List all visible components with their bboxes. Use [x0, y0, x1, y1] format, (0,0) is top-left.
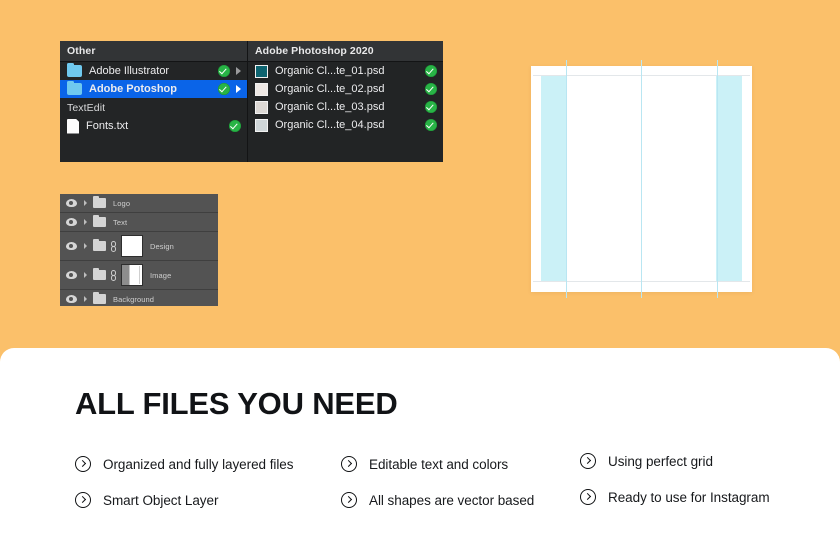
check-badge-icon — [425, 83, 437, 95]
guide-vertical-2 — [641, 60, 642, 298]
layers-panel: Logo Text Design Image Background — [60, 194, 218, 306]
chevron-right-icon[interactable] — [84, 296, 87, 302]
finder-item-psd-04[interactable]: Organic Cl...te_04.psd — [248, 116, 443, 134]
chevron-right-icon[interactable] — [84, 219, 87, 225]
feature-item-smart-object-layer: Smart Object Layer — [75, 491, 293, 509]
feature-item-editable-text-colors: Editable text and colors — [341, 455, 534, 473]
finder-item-label: Adobe Potoshop — [89, 83, 177, 95]
check-badge-icon — [218, 65, 230, 77]
link-icon[interactable] — [111, 269, 116, 281]
layer-row-image[interactable]: Image — [60, 261, 218, 290]
layer-name: Background — [113, 294, 155, 304]
feature-item-vector-shapes: All shapes are vector based — [341, 491, 534, 509]
folder-icon — [67, 62, 82, 77]
folder-icon — [93, 215, 106, 227]
finder-item-label: Organic Cl...te_01.psd — [275, 65, 385, 77]
layer-row-background[interactable]: Background — [60, 290, 218, 306]
feature-item-perfect-grid: Using perfect grid — [580, 452, 770, 470]
finder-item-label: Organic Cl...te_04.psd — [275, 119, 385, 131]
finder-item-label: Adobe Illustrator — [89, 65, 170, 77]
layer-name: Image — [150, 270, 172, 280]
finder-column-header-other: Other — [60, 41, 247, 62]
orange-stage: Other Adobe Illustrator Adobe Potoshop T… — [0, 0, 840, 360]
finder-item-adobe-potoshop[interactable]: Adobe Potoshop — [60, 80, 247, 98]
psd-thumbnail-icon — [255, 64, 268, 78]
layer-thumbnail — [121, 264, 143, 286]
grid-margin-left — [541, 76, 567, 281]
guide-vertical-1 — [566, 60, 567, 298]
layer-thumbnail — [121, 235, 143, 257]
arrow-circle-right-icon — [580, 453, 596, 469]
feature-label: Editable text and colors — [369, 456, 509, 472]
folder-icon — [67, 80, 82, 95]
finder-column-other: Other Adobe Illustrator Adobe Potoshop T… — [60, 41, 248, 162]
eye-icon[interactable] — [66, 242, 77, 250]
arrow-circle-right-icon — [341, 492, 357, 508]
file-browser-window: Other Adobe Illustrator Adobe Potoshop T… — [60, 41, 443, 162]
canvas-grid-preview — [531, 60, 752, 298]
folder-icon — [93, 239, 106, 251]
finder-item-label: Organic Cl...te_02.psd — [275, 83, 385, 95]
layer-name: Text — [113, 217, 128, 227]
finder-item-adobe-illustrator[interactable]: Adobe Illustrator — [60, 62, 247, 80]
feature-label: Ready to use for Instagram — [608, 489, 770, 505]
folder-icon — [93, 196, 106, 208]
features-card: ALL FILES YOU NEED Organized and fully l… — [0, 348, 840, 560]
psd-thumbnail-icon — [255, 82, 268, 96]
feature-label: Using perfect grid — [608, 453, 713, 469]
eye-icon[interactable] — [66, 271, 77, 279]
layer-row-text[interactable]: Text — [60, 213, 218, 232]
finder-column-photoshop: Adobe Photoshop 2020 Organic Cl...te_01.… — [248, 41, 443, 162]
arrow-circle-right-icon — [341, 456, 357, 472]
chevron-right-icon[interactable] — [84, 243, 87, 249]
finder-item-psd-03[interactable]: Organic Cl...te_03.psd — [248, 98, 443, 116]
finder-item-psd-01[interactable]: Organic Cl...te_01.psd — [248, 62, 443, 80]
page-title: ALL FILES YOU NEED — [75, 386, 398, 421]
layer-row-design[interactable]: Design — [60, 232, 218, 261]
psd-thumbnail-icon — [255, 118, 268, 132]
guide-vertical-3 — [717, 60, 718, 298]
feature-column-2: Editable text and colors All shapes are … — [341, 455, 534, 509]
eye-icon[interactable] — [66, 199, 77, 207]
finder-subheader-textedit: TextEdit — [67, 101, 106, 114]
check-badge-icon — [229, 120, 241, 132]
feature-label: Smart Object Layer — [103, 492, 219, 508]
feature-item-instagram-ready: Ready to use for Instagram — [580, 488, 770, 506]
triangle-right-icon[interactable] — [236, 67, 241, 75]
arrow-circle-right-icon — [580, 489, 596, 505]
chevron-right-icon[interactable] — [84, 272, 87, 278]
grid-margin-right — [716, 76, 742, 281]
check-badge-icon — [218, 83, 230, 95]
arrow-circle-right-icon — [75, 492, 91, 508]
psd-thumbnail-icon — [255, 100, 268, 114]
feature-column-3: Using perfect grid Ready to use for Inst… — [580, 452, 770, 506]
check-badge-icon — [425, 119, 437, 131]
finder-item-fonts-txt[interactable]: Fonts.txt — [60, 117, 247, 135]
finder-item-psd-02[interactable]: Organic Cl...te_02.psd — [248, 80, 443, 98]
check-badge-icon — [425, 65, 437, 77]
folder-icon — [93, 292, 106, 304]
layer-name: Design — [150, 241, 174, 251]
feature-label: All shapes are vector based — [369, 492, 535, 508]
finder-column-header-photoshop: Adobe Photoshop 2020 — [248, 41, 443, 62]
layer-row-logo[interactable]: Logo — [60, 194, 218, 213]
layer-name: Logo — [113, 198, 131, 208]
folder-icon — [93, 268, 106, 280]
arrow-circle-right-icon — [75, 456, 91, 472]
finder-item-label: Organic Cl...te_03.psd — [275, 101, 385, 113]
triangle-right-icon[interactable] — [236, 85, 241, 93]
chevron-right-icon[interactable] — [84, 200, 87, 206]
check-badge-icon — [425, 101, 437, 113]
feature-label: Organized and fully layered files — [103, 456, 294, 472]
eye-icon[interactable] — [66, 218, 77, 226]
feature-item-organized-layered: Organized and fully layered files — [75, 455, 294, 473]
link-icon[interactable] — [111, 240, 116, 252]
document-icon — [67, 118, 79, 134]
finder-item-label: Fonts.txt — [86, 120, 129, 132]
feature-column-1: Organized and fully layered files Smart … — [75, 455, 294, 509]
eye-icon[interactable] — [66, 295, 77, 303]
